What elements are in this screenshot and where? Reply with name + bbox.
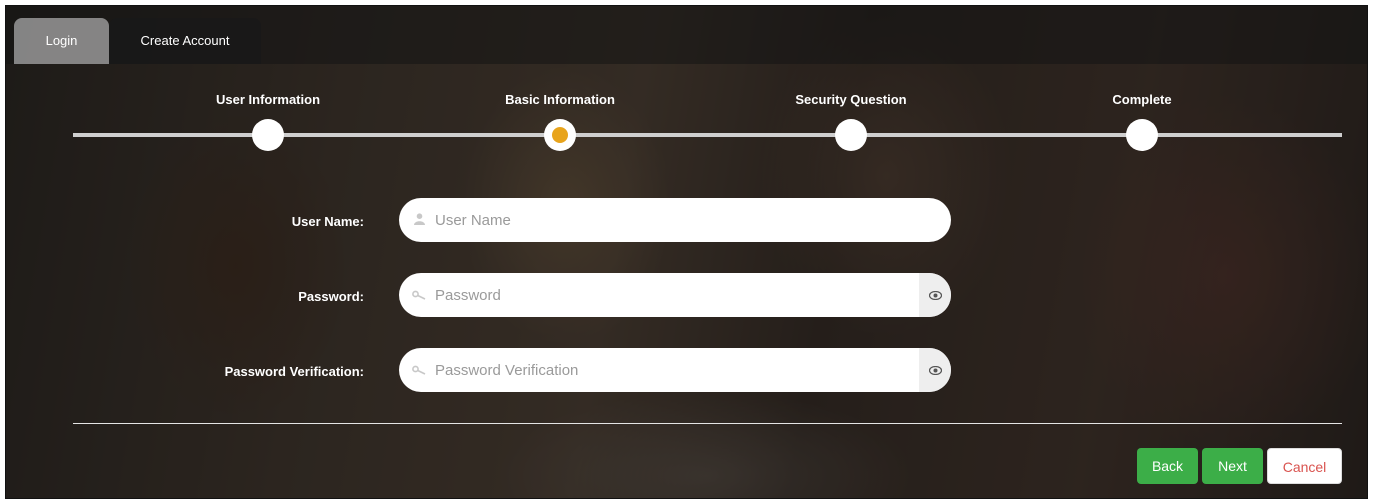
create-account-panel: Login Create Account User Information Ba…: [5, 5, 1368, 499]
key-icon: [399, 288, 435, 303]
step-label-basic-information: Basic Information: [505, 92, 615, 107]
username-input[interactable]: [435, 198, 951, 242]
cancel-button[interactable]: Cancel: [1267, 448, 1342, 484]
user-icon: [399, 212, 435, 228]
tab-create-account[interactable]: Create Account: [109, 18, 261, 64]
step-dot-complete: [1126, 119, 1158, 151]
step-dot-security-question: [835, 119, 867, 151]
key-icon: [399, 363, 435, 378]
username-field: [399, 198, 951, 242]
background-photo: [6, 6, 1367, 498]
step-dot-user-information: [252, 119, 284, 151]
back-button[interactable]: Back: [1137, 448, 1198, 484]
step-label-user-information: User Information: [215, 92, 321, 107]
password-label: Password:: [298, 289, 364, 304]
password-verification-input[interactable]: [435, 348, 919, 392]
tab-bar: Login Create Account: [6, 6, 1367, 64]
username-label: User Name:: [291, 214, 364, 229]
password-verification-field: [399, 348, 951, 392]
password-input[interactable]: [435, 273, 919, 317]
form-divider: [73, 423, 1342, 424]
step-label-security-question: Security Question: [795, 92, 907, 107]
step-dot-basic-information: [544, 119, 576, 151]
password-field: [399, 273, 951, 317]
step-label-complete: Complete: [1112, 92, 1172, 107]
tab-login[interactable]: Login: [14, 18, 109, 64]
password-verification-label: Password Verification:: [224, 364, 364, 379]
next-button[interactable]: Next: [1202, 448, 1263, 484]
